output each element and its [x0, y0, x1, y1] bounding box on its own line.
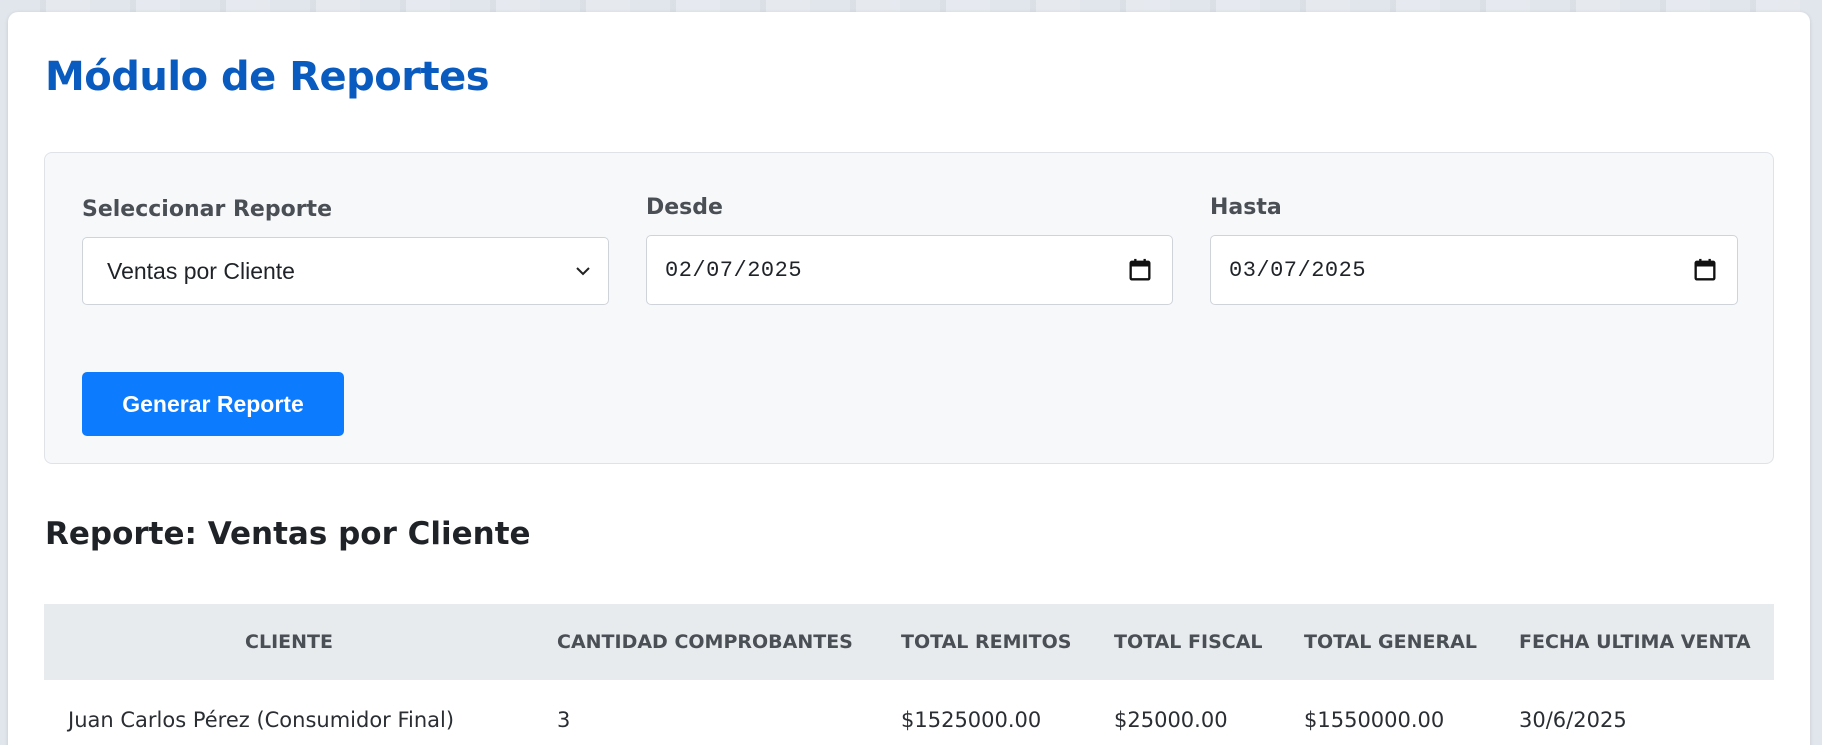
page-title: Módulo de Reportes [45, 54, 490, 100]
report-select[interactable]: Ventas por Cliente [82, 237, 609, 305]
column-header-total-general[interactable]: TOTAL GENERAL [1304, 604, 1477, 680]
to-date-label: Hasta [1210, 195, 1282, 220]
report-select-label: Seleccionar Reporte [82, 197, 332, 222]
cell-fecha: 30/6/2025 [1519, 708, 1627, 732]
cell-cliente: Juan Carlos Pérez (Consumidor Final) [68, 708, 455, 732]
table-header: CLIENTE CANTIDAD COMPROBANTES TOTAL REMI… [44, 604, 1774, 680]
table-row: Juan Carlos Pérez (Consumidor Final) 3 $… [44, 680, 1774, 745]
column-header-total-fiscal[interactable]: TOTAL FISCAL [1114, 604, 1263, 680]
filter-panel: Seleccionar Reporte Ventas por Cliente D… [44, 152, 1774, 464]
column-header-cliente[interactable]: CLIENTE [44, 604, 534, 680]
calendar-icon[interactable] [1691, 256, 1719, 284]
cell-cantidad: 3 [557, 708, 571, 732]
from-date-input[interactable]: 02/07/2025 [646, 235, 1173, 305]
cell-total-general: $1550000.00 [1304, 708, 1445, 732]
cell-total-remitos: $1525000.00 [901, 708, 1042, 732]
to-date-value: 03/07/2025 [1229, 257, 1367, 283]
from-date-label: Desde [646, 195, 723, 220]
column-header-fecha[interactable]: FECHA ULTIMA VENTA [1519, 604, 1751, 680]
calendar-icon[interactable] [1126, 256, 1154, 284]
report-select-value: Ventas por Cliente [107, 257, 295, 284]
to-date-input[interactable]: 03/07/2025 [1210, 235, 1738, 305]
report-table: CLIENTE CANTIDAD COMPROBANTES TOTAL REMI… [44, 604, 1774, 745]
cell-total-fiscal: $25000.00 [1114, 708, 1228, 732]
generate-report-button[interactable]: Generar Reporte [82, 372, 344, 436]
column-header-total-remitos[interactable]: TOTAL REMITOS [901, 604, 1071, 680]
column-header-cantidad[interactable]: CANTIDAD COMPROBANTES [557, 604, 853, 680]
reports-card: Módulo de Reportes Seleccionar Reporte V… [8, 12, 1810, 745]
from-date-value: 02/07/2025 [665, 257, 803, 283]
report-title: Reporte: Ventas por Cliente [45, 516, 531, 552]
chevron-down-icon [570, 258, 596, 284]
